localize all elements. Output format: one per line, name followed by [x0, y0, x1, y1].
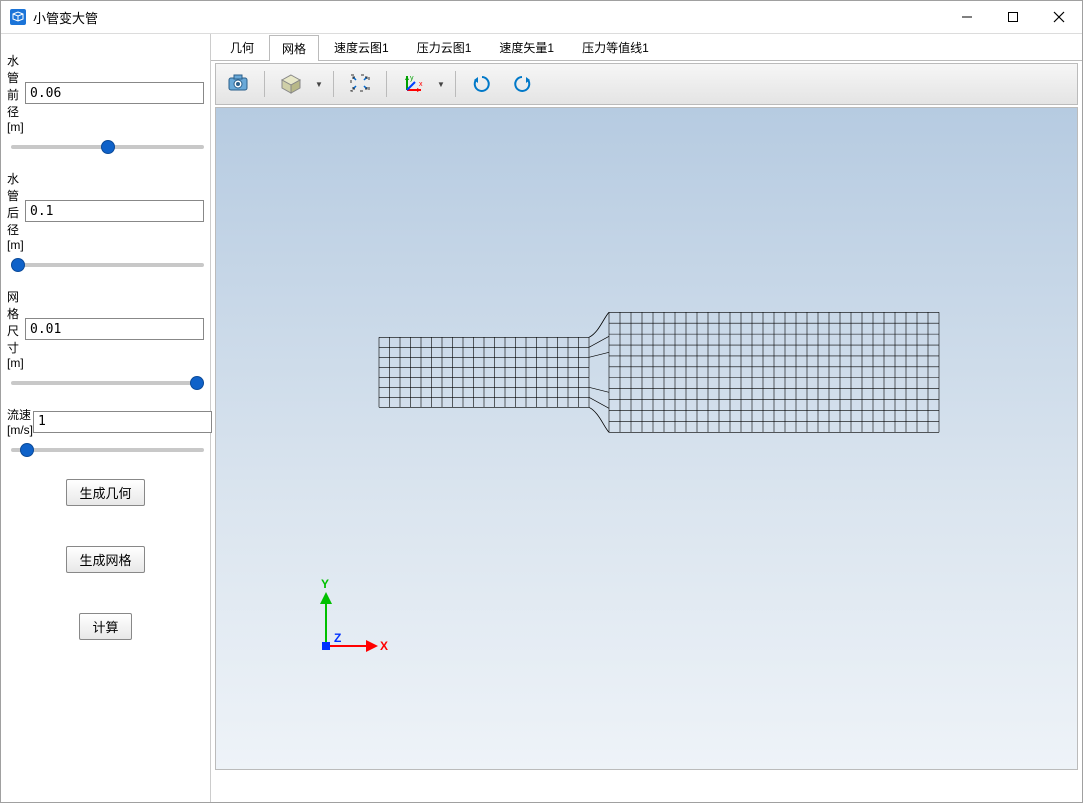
content-area: 水管前径[m] 水管后径[m] 网格尺寸[m] 流速[m/s] 生成几何 生成网格 计… — [1, 34, 1082, 802]
window-title: 小管变大管 — [33, 8, 98, 27]
rotate-cw-icon — [470, 72, 494, 97]
main-panel: 几何网格速度云图1压力云图1速度矢量1压力等值线1 ▼ xy ▼ — [211, 34, 1082, 802]
close-icon — [1053, 11, 1065, 23]
param-slider-2[interactable] — [11, 381, 204, 385]
tab-0[interactable]: 几何 — [217, 34, 267, 60]
generate-mesh-button[interactable]: 生成网格 — [66, 546, 144, 573]
mesh-preview — [359, 292, 959, 455]
axis-x-label: X — [380, 639, 388, 653]
param-label: 流速[m/s] — [7, 406, 33, 437]
fit-view-button[interactable] — [342, 68, 378, 100]
param-input-1[interactable] — [25, 200, 204, 222]
param-row: 水管前径[m] — [7, 52, 204, 134]
toolbar-separator — [264, 71, 265, 97]
action-button-area: 生成几何 生成网格 计算 — [7, 479, 204, 640]
param-slider-row — [9, 374, 202, 388]
param-label: 网格尺寸[m] — [7, 288, 25, 370]
param-slider-row — [9, 256, 202, 270]
param-label: 水管前径[m] — [7, 52, 25, 134]
tab-3[interactable]: 压力云图1 — [404, 34, 485, 60]
isometric-cube-button[interactable] — [273, 68, 309, 100]
dropdown-arrow-icon[interactable]: ▼ — [313, 80, 325, 89]
toolbar-separator — [333, 71, 334, 97]
param-slider-row — [9, 138, 202, 152]
param-slider-3[interactable] — [11, 448, 204, 452]
viewport-3d[interactable]: X Y Z — [215, 107, 1078, 770]
footer-spacer — [211, 772, 1082, 802]
svg-text:y: y — [410, 75, 414, 82]
param-row: 水管后径[m] — [7, 170, 204, 252]
axis-y-label: Y — [321, 577, 329, 591]
sidebar: 水管前径[m] 水管后径[m] 网格尺寸[m] 流速[m/s] 生成几何 生成网格 计… — [1, 34, 211, 802]
maximize-icon — [1007, 11, 1019, 23]
axes-button[interactable]: xy — [395, 68, 431, 100]
svg-text:x: x — [419, 81, 423, 88]
app-window: 小管变大管 水管前径[m] 水管后径[m] 网格尺寸[m] 流速[m/s] 生成几何 … — [0, 0, 1083, 803]
fit-view-icon — [348, 72, 372, 97]
tab-bar: 几何网格速度云图1压力云图1速度矢量1压力等值线1 — [211, 34, 1082, 61]
orientation-axes: X Y Z — [306, 576, 396, 669]
close-button[interactable] — [1036, 1, 1082, 33]
param-input-0[interactable] — [25, 82, 204, 104]
param-slider-0[interactable] — [11, 145, 204, 149]
param-input-3[interactable] — [33, 411, 212, 433]
param-slider-row — [9, 441, 202, 455]
toolbar-separator — [455, 71, 456, 97]
toolbar-separator — [386, 71, 387, 97]
minimize-icon — [961, 11, 973, 23]
viewport-toolbar: ▼ xy ▼ — [215, 63, 1078, 105]
titlebar: 小管变大管 — [1, 1, 1082, 34]
param-row: 流速[m/s] — [7, 406, 204, 437]
param-row: 网格尺寸[m] — [7, 288, 204, 370]
compute-button[interactable]: 计算 — [79, 613, 131, 640]
axis-z-label: Z — [334, 631, 341, 645]
isometric-cube-icon — [279, 72, 303, 97]
tab-4[interactable]: 速度矢量1 — [486, 34, 567, 60]
tab-1[interactable]: 网格 — [269, 35, 319, 61]
camera-icon — [226, 72, 250, 97]
rotate-ccw-icon — [510, 72, 534, 97]
minimize-button[interactable] — [944, 1, 990, 33]
dropdown-arrow-icon[interactable]: ▼ — [435, 80, 447, 89]
app-icon — [9, 8, 27, 26]
rotate-cw-button[interactable] — [464, 68, 500, 100]
maximize-button[interactable] — [990, 1, 1036, 33]
param-slider-1[interactable] — [11, 263, 204, 267]
rotate-ccw-button[interactable] — [504, 68, 540, 100]
param-input-2[interactable] — [25, 318, 204, 340]
generate-geometry-button[interactable]: 生成几何 — [66, 479, 144, 506]
tab-5[interactable]: 压力等值线1 — [569, 34, 662, 60]
axis-z — [322, 642, 330, 650]
camera-button[interactable] — [220, 68, 256, 100]
tab-2[interactable]: 速度云图1 — [321, 34, 402, 60]
axes-icon: xy — [401, 72, 425, 97]
param-label: 水管后径[m] — [7, 170, 25, 252]
